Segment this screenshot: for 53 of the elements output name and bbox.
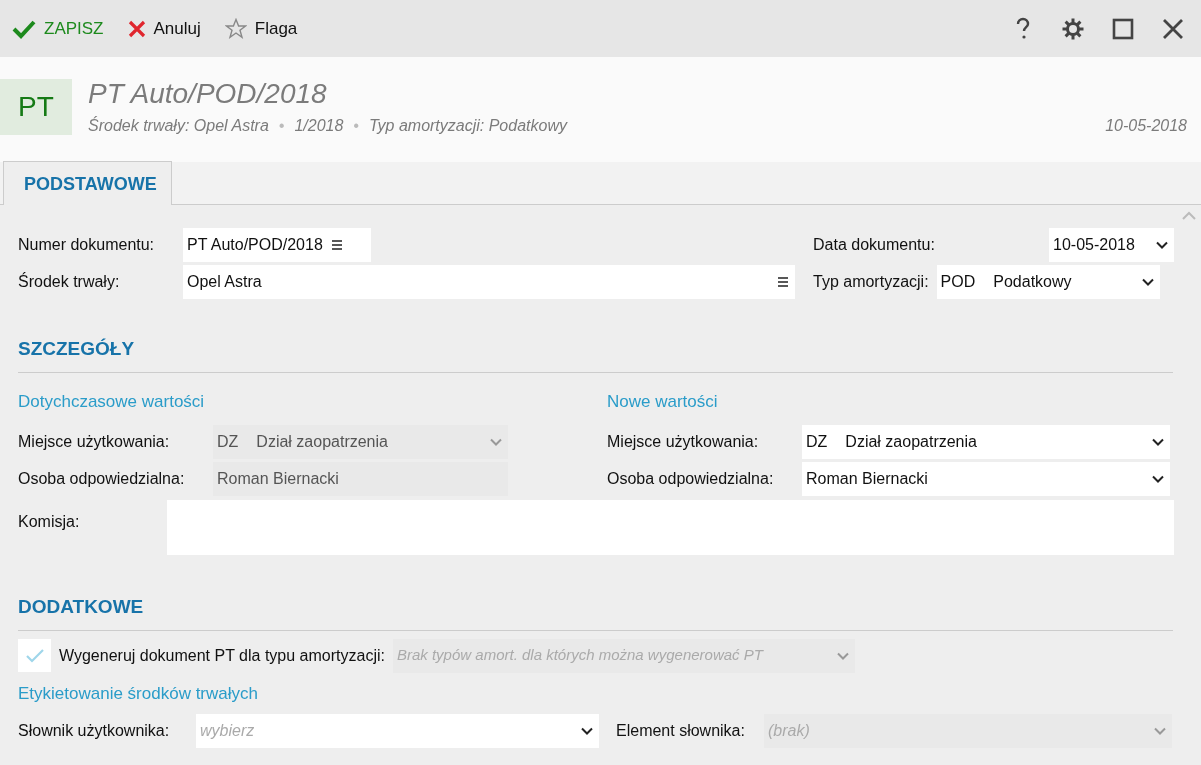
- menu-icon: [330, 240, 343, 250]
- checkmark-icon: [24, 647, 45, 664]
- section-heading: DODATKOWE: [18, 595, 145, 619]
- field-label: Miejsce użytkowania:: [18, 432, 171, 452]
- dropdown-caret-icon: [1156, 241, 1168, 249]
- dropdown-caret-icon: [1152, 475, 1164, 483]
- checkbox[interactable]: [18, 639, 51, 672]
- separator-dot: •: [353, 115, 359, 136]
- dropdown-caret-icon: [836, 651, 849, 660]
- star-icon: [224, 18, 247, 39]
- field-label: Osoba odpowiedzialna:: [18, 469, 186, 489]
- checkbox-label: Wygeneruj dokument PT dla typu amortyzacji:: [59, 645, 385, 666]
- document-title: PT Auto/POD/2018: [88, 79, 328, 110]
- dropdown-caret-icon: [1152, 438, 1164, 446]
- field-label: Słownik użytkownika:: [18, 721, 171, 741]
- subsection-heading: Etykietowanie środków trwałych: [18, 682, 259, 705]
- subsection-heading: Nowe wartości: [607, 390, 719, 413]
- cancel-button[interactable]: Anuluj: [127, 15, 201, 42]
- document-type-badge: PT: [0, 79, 72, 135]
- dropdown-caret-icon: [1141, 278, 1154, 286]
- dropdown-caret-icon: [490, 438, 502, 446]
- field-label: Komisja:: [18, 512, 81, 532]
- maximize-icon[interactable]: [1111, 16, 1135, 41]
- separator-dot: •: [278, 115, 285, 136]
- dropdown-field[interactable]: DZ Dział zaopatrzenia: [802, 425, 1170, 459]
- tab[interactable]: PODSTAWOWE: [3, 161, 172, 205]
- field-label: Miejsce użytkowania:: [607, 432, 760, 452]
- close-icon: [127, 19, 146, 38]
- save-button[interactable]: ZAPISZ: [12, 15, 104, 42]
- close-icon[interactable]: [1161, 16, 1185, 41]
- field-label: Środek trwały:: [18, 271, 121, 292]
- checkmark-icon: [12, 18, 36, 39]
- field-label: Element słownika:: [616, 721, 746, 741]
- dropdown-caret-icon: [1154, 727, 1166, 735]
- section-heading: SZCZEGÓŁY: [18, 337, 136, 361]
- field-label: Osoba odpowiedzialna:: [607, 469, 775, 489]
- document-date: 10-05-2018: [1105, 115, 1187, 136]
- subsection-heading: Dotychczasowe wartości: [18, 390, 206, 413]
- dropdown-field[interactable]: 10-05-2018: [1049, 228, 1174, 262]
- field-label: Numer dokumentu:: [18, 235, 156, 255]
- field-label: Typ amortyzacji:: [813, 272, 929, 292]
- field-label: Data dokumentu:: [813, 235, 935, 255]
- document-meta: Typ amortyzacji: Podatkowy: [368, 115, 567, 136]
- dropdown-caret-icon: [581, 727, 593, 735]
- menu-icon: [777, 277, 789, 287]
- dropdown-field[interactable]: Roman Biernacki: [802, 462, 1170, 496]
- lookup-field[interactable]: Opel Astra: [183, 265, 795, 299]
- settings-icon[interactable]: [1061, 16, 1085, 41]
- document-meta: 1/2018: [294, 115, 344, 136]
- lookup-field[interactable]: PT Auto/POD/2018: [183, 228, 371, 262]
- flag-button[interactable]: Flaga: [224, 15, 298, 42]
- dropdown-field[interactable]: POD Podatkowy: [936, 265, 1160, 299]
- document-meta: Środek trwały: Opel Astra: [88, 115, 269, 136]
